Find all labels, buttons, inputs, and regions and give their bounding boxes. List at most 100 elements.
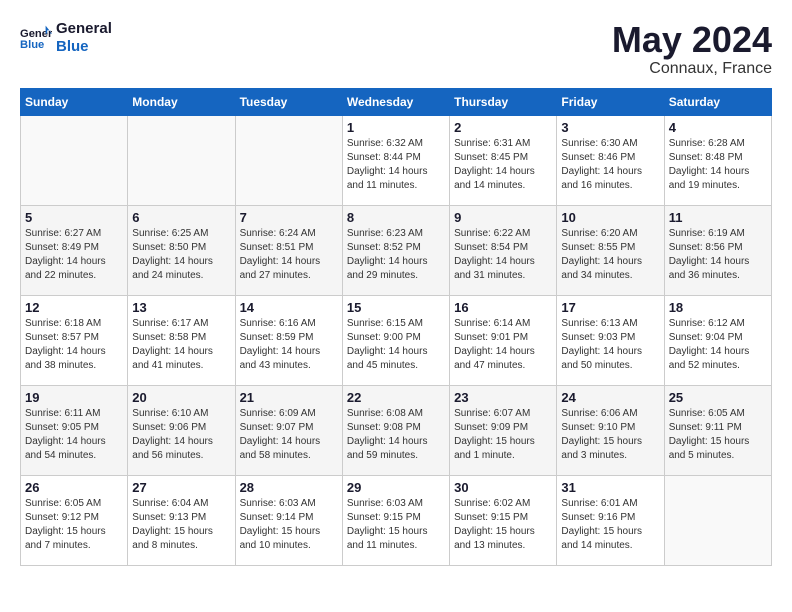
day-info: Sunrise: 6:10 AMSunset: 9:06 PMDaylight:…	[132, 407, 230, 463]
calendar-cell: 5Sunrise: 6:27 AMSunset: 8:49 PMDaylight…	[21, 205, 128, 295]
logo-blue: Blue	[56, 38, 112, 56]
day-number: 18	[669, 300, 767, 315]
calendar-cell: 9 Sunrise: 6:22 AMSunset: 8:54 PMDaylight…	[450, 205, 557, 295]
calendar-cell: 31 Sunrise: 6:01 AMSunset: 9:16 PMDayligh…	[557, 475, 664, 565]
weekday-header-saturday: Saturday	[664, 88, 771, 115]
day-number: 11	[669, 210, 767, 225]
calendar-cell: 23 Sunrise: 6:07 AMSunset: 9:09 PMDayligh…	[450, 385, 557, 475]
day-number: 7	[240, 210, 338, 225]
day-info: Sunrise: 6:30 AMSunset: 8:46 PMDaylight:…	[561, 137, 659, 193]
day-number: 17	[561, 300, 659, 315]
day-number: 5	[25, 210, 123, 225]
day-info: Sunrise: 6:06 AMSunset: 9:10 PMDaylight:…	[561, 407, 659, 463]
weekday-header-monday: Monday	[128, 88, 235, 115]
page-header: General Blue General Blue May 2024 Conna…	[20, 20, 772, 78]
calendar-cell: 30 Sunrise: 6:02 AMSunset: 9:15 PMDayligh…	[450, 475, 557, 565]
calendar-cell: 20 Sunrise: 6:10 AMSunset: 9:06 PMDayligh…	[128, 385, 235, 475]
day-info: Sunrise: 6:07 AMSunset: 9:09 PMDaylight:…	[454, 407, 552, 463]
svg-text:Blue: Blue	[20, 39, 44, 51]
day-info: Sunrise: 6:02 AMSunset: 9:15 PMDaylight:…	[454, 497, 552, 553]
calendar-cell: 11 Sunrise: 6:19 AMSunset: 8:56 PMDayligh…	[664, 205, 771, 295]
logo-icon: General Blue	[20, 24, 52, 52]
month-title: May 2024	[612, 20, 772, 60]
logo-general: General	[56, 20, 112, 38]
day-info: Sunrise: 6:20 AMSunset: 8:55 PMDaylight:…	[561, 227, 659, 283]
day-info: Sunrise: 6:32 AMSunset: 8:44 PMDaylight:…	[347, 137, 445, 193]
day-info: Sunrise: 6:08 AMSunset: 9:08 PMDaylight:…	[347, 407, 445, 463]
calendar-cell: 15 Sunrise: 6:15 AMSunset: 9:00 PMDayligh…	[342, 295, 449, 385]
calendar-cell: 6 Sunrise: 6:25 AMSunset: 8:50 PMDaylight…	[128, 205, 235, 295]
day-info: Sunrise: 6:12 AMSunset: 9:04 PMDaylight:…	[669, 317, 767, 373]
calendar-cell: 28Sunrise: 6:03 AMSunset: 9:14 PMDayligh…	[235, 475, 342, 565]
day-info: Sunrise: 6:31 AMSunset: 8:45 PMDaylight:…	[454, 137, 552, 193]
day-number: 26	[25, 480, 123, 495]
day-number: 15	[347, 300, 445, 315]
weekday-header-thursday: Thursday	[450, 88, 557, 115]
day-info: Sunrise: 6:05 AMSunset: 9:11 PMDaylight:…	[669, 407, 767, 463]
day-number: 12	[25, 300, 123, 315]
calendar-cell: 3 Sunrise: 6:30 AMSunset: 8:46 PMDaylight…	[557, 115, 664, 205]
calendar-cell: 21Sunrise: 6:09 AMSunset: 9:07 PMDayligh…	[235, 385, 342, 475]
day-number: 23	[454, 390, 552, 405]
day-number: 2	[454, 120, 552, 135]
weekday-header-wednesday: Wednesday	[342, 88, 449, 115]
title-block: May 2024 Connaux, France	[612, 20, 772, 78]
day-info: Sunrise: 6:05 AMSunset: 9:12 PMDaylight:…	[25, 497, 123, 553]
day-number: 29	[347, 480, 445, 495]
calendar-cell	[664, 475, 771, 565]
day-number: 13	[132, 300, 230, 315]
day-number: 1	[347, 120, 445, 135]
day-info: Sunrise: 6:28 AMSunset: 8:48 PMDaylight:…	[669, 137, 767, 193]
calendar-cell: 12 Sunrise: 6:18 AMSunset: 8:57 PMDayligh…	[21, 295, 128, 385]
calendar-cell: 16 Sunrise: 6:14 AMSunset: 9:01 PMDayligh…	[450, 295, 557, 385]
calendar-cell: 7Sunrise: 6:24 AMSunset: 8:51 PMDaylight…	[235, 205, 342, 295]
day-number: 20	[132, 390, 230, 405]
calendar-cell: 19Sunrise: 6:11 AMSunset: 9:05 PMDayligh…	[21, 385, 128, 475]
day-info: Sunrise: 6:25 AMSunset: 8:50 PMDaylight:…	[132, 227, 230, 283]
day-number: 31	[561, 480, 659, 495]
day-number: 8	[347, 210, 445, 225]
day-number: 6	[132, 210, 230, 225]
day-info: Sunrise: 6:18 AMSunset: 8:57 PMDaylight:…	[25, 317, 123, 373]
day-info: Sunrise: 6:04 AMSunset: 9:13 PMDaylight:…	[132, 497, 230, 553]
day-info: Sunrise: 6:01 AMSunset: 9:16 PMDaylight:…	[561, 497, 659, 553]
calendar-cell: 10Sunrise: 6:20 AMSunset: 8:55 PMDayligh…	[557, 205, 664, 295]
weekday-header-tuesday: Tuesday	[235, 88, 342, 115]
calendar-cell: 14Sunrise: 6:16 AMSunset: 8:59 PMDayligh…	[235, 295, 342, 385]
calendar-cell: 13Sunrise: 6:17 AMSunset: 8:58 PMDayligh…	[128, 295, 235, 385]
day-info: Sunrise: 6:11 AMSunset: 9:05 PMDaylight:…	[25, 407, 123, 463]
calendar-cell: 4 Sunrise: 6:28 AMSunset: 8:48 PMDaylight…	[664, 115, 771, 205]
calendar-cell: 17 Sunrise: 6:13 AMSunset: 9:03 PMDayligh…	[557, 295, 664, 385]
day-number: 30	[454, 480, 552, 495]
day-number: 22	[347, 390, 445, 405]
day-number: 4	[669, 120, 767, 135]
calendar-cell: 27Sunrise: 6:04 AMSunset: 9:13 PMDayligh…	[128, 475, 235, 565]
day-info: Sunrise: 6:15 AMSunset: 9:00 PMDaylight:…	[347, 317, 445, 373]
day-number: 14	[240, 300, 338, 315]
calendar-cell: 26 Sunrise: 6:05 AMSunset: 9:12 PMDayligh…	[21, 475, 128, 565]
calendar-cell: 1 Sunrise: 6:32 AMSunset: 8:44 PMDaylight…	[342, 115, 449, 205]
day-info: Sunrise: 6:13 AMSunset: 9:03 PMDaylight:…	[561, 317, 659, 373]
day-number: 16	[454, 300, 552, 315]
day-info: Sunrise: 6:22 AMSunset: 8:54 PMDaylight:…	[454, 227, 552, 283]
calendar-cell	[235, 115, 342, 205]
day-info: Sunrise: 6:09 AMSunset: 9:07 PMDaylight:…	[240, 407, 338, 463]
day-number: 25	[669, 390, 767, 405]
calendar-cell: 8 Sunrise: 6:23 AMSunset: 8:52 PMDaylight…	[342, 205, 449, 295]
weekday-header-sunday: Sunday	[21, 88, 128, 115]
location: Connaux, France	[612, 60, 772, 78]
calendar-cell: 22 Sunrise: 6:08 AMSunset: 9:08 PMDayligh…	[342, 385, 449, 475]
day-info: Sunrise: 6:23 AMSunset: 8:52 PMDaylight:…	[347, 227, 445, 283]
day-number: 3	[561, 120, 659, 135]
calendar-cell	[21, 115, 128, 205]
calendar-cell: 25 Sunrise: 6:05 AMSunset: 9:11 PMDayligh…	[664, 385, 771, 475]
day-info: Sunrise: 6:14 AMSunset: 9:01 PMDaylight:…	[454, 317, 552, 373]
calendar-cell: 24 Sunrise: 6:06 AMSunset: 9:10 PMDayligh…	[557, 385, 664, 475]
logo: General Blue General Blue	[20, 20, 112, 56]
day-info: Sunrise: 6:19 AMSunset: 8:56 PMDaylight:…	[669, 227, 767, 283]
calendar-cell: 18 Sunrise: 6:12 AMSunset: 9:04 PMDayligh…	[664, 295, 771, 385]
calendar-table: SundayMondayTuesdayWednesdayThursdayFrid…	[20, 88, 772, 566]
day-number: 9	[454, 210, 552, 225]
calendar-cell: 29Sunrise: 6:03 AMSunset: 9:15 PMDayligh…	[342, 475, 449, 565]
day-number: 24	[561, 390, 659, 405]
